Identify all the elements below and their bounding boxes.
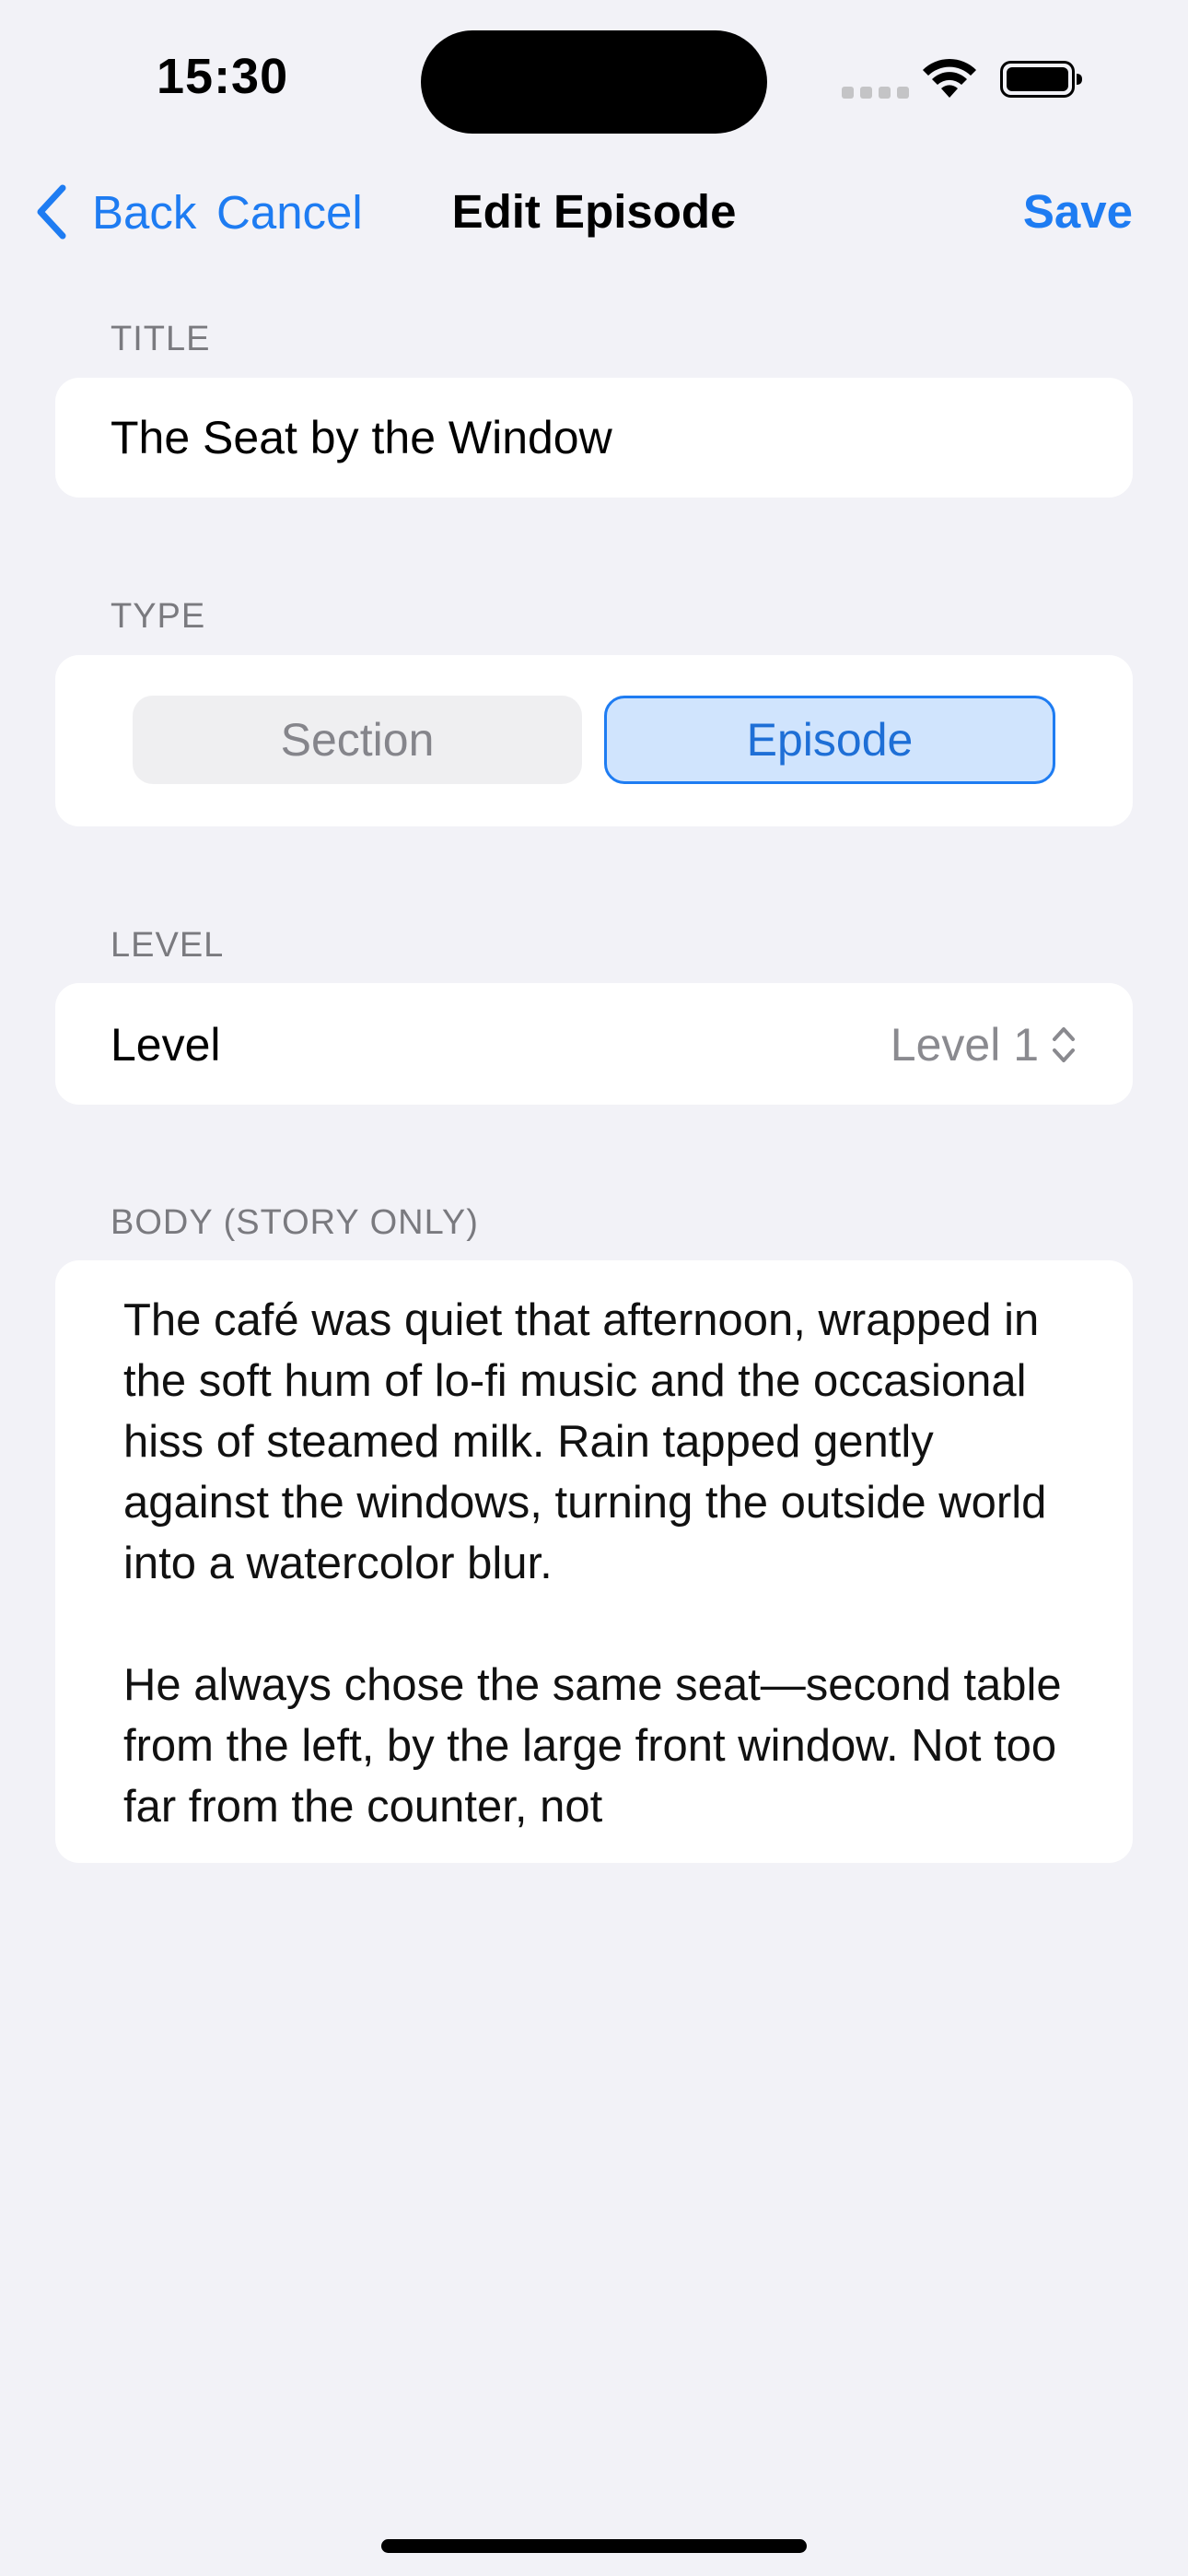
level-selected-value: Level 1 bbox=[890, 1019, 1039, 1071]
body-paragraph: He always chose the same seat—second tab… bbox=[123, 1660, 1062, 1832]
level-section-label: LEVEL bbox=[111, 926, 225, 965]
status-time: 15:30 bbox=[157, 49, 289, 104]
battery-icon bbox=[1000, 61, 1082, 98]
wifi-icon bbox=[923, 58, 976, 98]
home-indicator bbox=[381, 2539, 807, 2553]
dynamic-island bbox=[421, 30, 767, 134]
navigation-bar: Back Cancel Edit Episode Save bbox=[0, 166, 1188, 258]
chevron-up-down-icon bbox=[1053, 1027, 1075, 1062]
body-section-label: BODY (STORY ONLY) bbox=[111, 1203, 479, 1242]
body-text-editor[interactable]: The café was quiet that afternoon, wrapp… bbox=[55, 1260, 1133, 1863]
level-row-label: Level bbox=[111, 1019, 221, 1071]
page-title: Edit Episode bbox=[451, 185, 737, 238]
save-button[interactable]: Save bbox=[1023, 182, 1133, 241]
title-section-label: TITLE bbox=[111, 320, 211, 358]
title-input[interactable] bbox=[111, 398, 1077, 477]
level-value: Level 1 bbox=[891, 1018, 1077, 1071]
type-option-section[interactable]: Section bbox=[133, 696, 582, 784]
type-card: Section Episode bbox=[55, 655, 1133, 826]
type-section-label: TYPE bbox=[111, 597, 206, 636]
body-paragraph: The café was quiet that afternoon, wrapp… bbox=[123, 1295, 1047, 1588]
type-option-episode[interactable]: Episode bbox=[604, 696, 1055, 784]
level-picker[interactable]: Level Level 1 bbox=[111, 983, 1077, 1105]
cellular-signal-icon bbox=[842, 87, 915, 103]
level-card: Level Level 1 bbox=[55, 983, 1133, 1105]
title-card bbox=[55, 378, 1133, 498]
status-icons bbox=[842, 55, 1086, 101]
body-text[interactable]: The café was quiet that afternoon, wrapp… bbox=[123, 1290, 1081, 1863]
